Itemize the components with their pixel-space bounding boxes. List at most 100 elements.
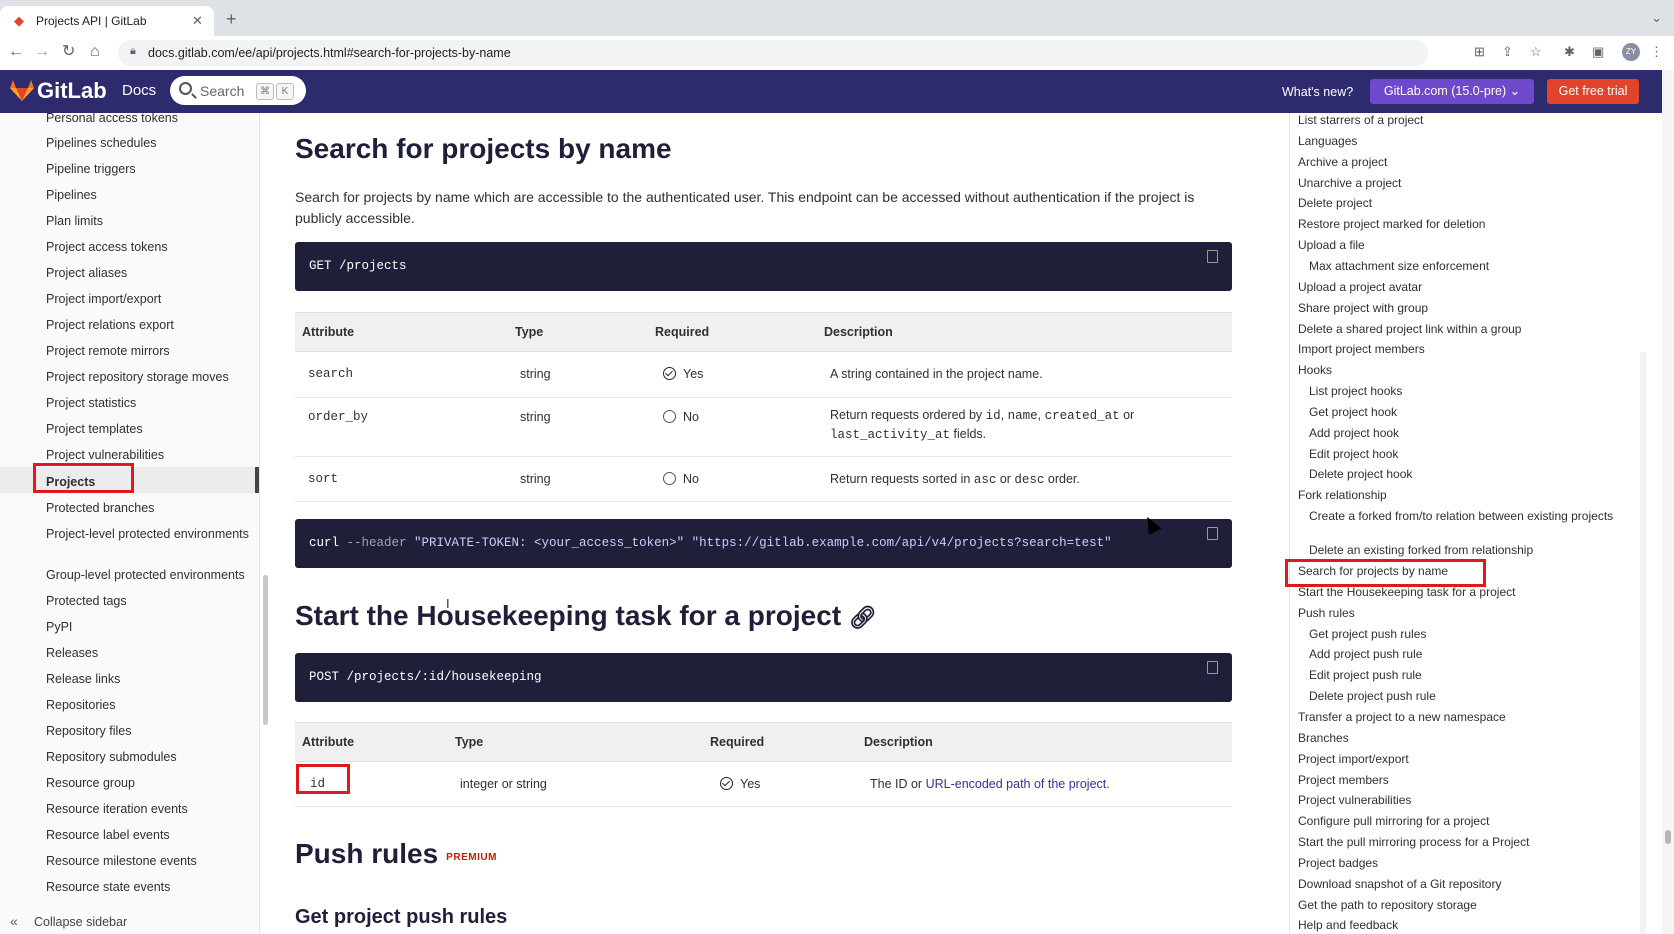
toc-item[interactable]: Edit project hook <box>1309 447 1639 461</box>
sidebar-item[interactable]: Group-level protected environments <box>46 568 251 582</box>
sidebar-item[interactable]: Protected branches <box>46 501 251 515</box>
sidebar-item[interactable]: Personal access tokens <box>46 113 251 125</box>
sidebar-item[interactable]: Plan limits <box>46 214 251 228</box>
toc-scrollbar[interactable] <box>1640 352 1646 934</box>
forward-icon[interactable]: → <box>34 44 50 60</box>
toc-item[interactable]: Edit project push rule <box>1309 668 1639 682</box>
sidebar-item[interactable]: Pipeline triggers <box>46 162 251 176</box>
home-icon[interactable]: ⌂ <box>90 44 100 60</box>
url-field[interactable]: 🔒︎ docs.gitlab.com/ee/api/projects.html#… <box>118 40 1428 66</box>
reload-icon[interactable]: ↻ <box>62 44 75 60</box>
toc-item[interactable]: Get project hook <box>1309 405 1639 419</box>
sidebar-item[interactable]: Resource state events <box>46 880 251 894</box>
sidebar-item[interactable]: Pipelines schedules <box>46 136 251 150</box>
sidepanel-icon[interactable]: ▣ <box>1592 45 1604 59</box>
toc-item[interactable]: Hooks <box>1298 363 1628 377</box>
copy-icon[interactable] <box>1207 250 1218 263</box>
toc-item[interactable]: Push rules <box>1298 606 1628 620</box>
toc-item[interactable]: Project badges <box>1298 856 1628 870</box>
collapse-sidebar-button[interactable]: « Collapse sidebar <box>0 909 259 934</box>
double-chevron-left-icon: « <box>10 913 18 929</box>
sidebar-item[interactable]: Project import/export <box>46 292 251 306</box>
gitlab-logo-text[interactable]: GitLab <box>37 78 107 104</box>
version-dropdown[interactable]: GitLab.com (15.0-pre) ⌄ <box>1370 79 1534 104</box>
toc-item[interactable]: Get project push rules <box>1309 627 1639 641</box>
toc-item[interactable]: Create a forked from/to relation between… <box>1309 509 1639 523</box>
sidebar-item[interactable]: Project templates <box>46 422 251 436</box>
toc-item[interactable]: Add project push rule <box>1309 647 1639 661</box>
sidebar-item[interactable]: Project relations export <box>46 318 251 332</box>
sidebar-item[interactable]: Repositories <box>46 698 251 712</box>
tab-search-chevron-icon[interactable]: ⌄ <box>1651 10 1662 26</box>
new-tab-icon[interactable]: + <box>226 10 237 28</box>
toc-item[interactable]: List project hooks <box>1309 384 1639 398</box>
anchor-link-icon[interactable]: 🔗︎ <box>849 605 877 630</box>
sidebar-item[interactable]: Project-level protected environments <box>46 527 251 541</box>
sidebar-item[interactable]: Project access tokens <box>46 240 251 254</box>
share-icon[interactable]: ⇪ <box>1502 45 1513 59</box>
toc-item[interactable]: Restore project marked for deletion <box>1298 217 1628 231</box>
docs-search-input[interactable]: Search ⌘ K <box>170 76 306 105</box>
toc-item[interactable]: Project members <box>1298 773 1628 787</box>
toc-item[interactable]: Upload a file <box>1298 238 1628 252</box>
sidebar-item[interactable]: Protected tags <box>46 594 251 608</box>
bookmark-star-icon[interactable]: ☆ <box>1530 45 1542 59</box>
sidebar-item[interactable]: Releases <box>46 646 251 660</box>
toc-item[interactable]: Delete project push rule <box>1309 689 1639 703</box>
get-free-trial-button[interactable]: Get free trial <box>1547 79 1639 104</box>
toc-item[interactable]: Configure pull mirroring for a project <box>1298 814 1628 828</box>
gitlab-tanuki-icon[interactable] <box>10 80 34 102</box>
toc-item[interactable]: Delete an existing forked from relations… <box>1309 543 1639 557</box>
toc-item[interactable]: Add project hook <box>1309 426 1639 440</box>
toc-item[interactable]: Project vulnerabilities <box>1298 793 1628 807</box>
toc-item[interactable]: Max attachment size enforcement <box>1309 259 1639 273</box>
copy-icon[interactable] <box>1207 527 1218 540</box>
translate-icon[interactable]: ⊞ <box>1474 45 1485 59</box>
sidebar-item[interactable]: Resource iteration events <box>46 802 251 816</box>
toc-item[interactable]: Branches <box>1298 731 1628 745</box>
sidebar-item[interactable]: PyPI <box>46 620 251 634</box>
toc-item[interactable]: Get the path to repository storage <box>1298 898 1628 912</box>
toc-item[interactable]: Archive a project <box>1298 155 1628 169</box>
url-encoded-path-link[interactable]: URL-encoded path of the project <box>926 777 1107 791</box>
browser-menu-icon[interactable]: ⋮ <box>1650 45 1663 59</box>
sidebar-item[interactable]: Repository submodules <box>46 750 251 764</box>
sidebar-item[interactable]: Resource milestone events <box>46 854 251 868</box>
page-scrollbar[interactable] <box>1662 70 1674 934</box>
browser-tab[interactable]: ◆ Projects API | GitLab ✕ <box>0 6 214 36</box>
toc-item[interactable]: List starrers of a project <box>1298 113 1628 127</box>
docs-label[interactable]: Docs <box>122 82 156 99</box>
whats-new-link[interactable]: What's new? <box>1282 85 1353 99</box>
sidebar-item[interactable]: Project remote mirrors <box>46 344 251 358</box>
sidebar-item[interactable]: Resource label events <box>46 828 251 842</box>
toc-item[interactable]: Unarchive a project <box>1298 176 1628 190</box>
toc-item[interactable]: Delete project hook <box>1309 467 1639 481</box>
extensions-icon[interactable]: ✱ <box>1564 45 1575 59</box>
page-scrollbar-thumb[interactable] <box>1665 830 1671 844</box>
sidebar-item[interactable]: Project statistics <box>46 396 251 410</box>
toc-item[interactable]: Project import/export <box>1298 752 1628 766</box>
sidebar-item[interactable]: Release links <box>46 672 251 686</box>
sidebar-item[interactable]: Project aliases <box>46 266 251 280</box>
sidebar-item[interactable]: Project repository storage moves <box>46 370 251 384</box>
toc-item[interactable]: Languages <box>1298 134 1628 148</box>
toc-item[interactable]: Delete a shared project link within a gr… <box>1298 322 1628 336</box>
toc-item[interactable]: Fork relationship <box>1298 488 1628 502</box>
toc-item[interactable]: Download snapshot of a Git repository <box>1298 877 1628 891</box>
toc-item[interactable]: Import project members <box>1298 342 1628 356</box>
back-icon[interactable]: ← <box>8 44 24 60</box>
toc-item[interactable]: Start the pull mirroring process for a P… <box>1298 835 1628 849</box>
sidebar-item[interactable]: Project vulnerabilities <box>46 448 251 462</box>
toc-item[interactable]: Help and feedback <box>1298 918 1628 932</box>
toc-item[interactable]: Delete project <box>1298 196 1628 210</box>
sidebar-item[interactable]: Resource group <box>46 776 251 790</box>
sidebar-item[interactable]: Repository files <box>46 724 251 738</box>
toc-item[interactable]: Share project with group <box>1298 301 1628 315</box>
sidebar-scrollbar[interactable] <box>263 575 268 725</box>
sidebar-item[interactable]: Pipelines <box>46 188 251 202</box>
toc-item[interactable]: Transfer a project to a new namespace <box>1298 710 1628 724</box>
profile-avatar[interactable]: ZY <box>1622 43 1640 61</box>
copy-icon[interactable] <box>1207 661 1218 674</box>
toc-item[interactable]: Upload a project avatar <box>1298 280 1628 294</box>
close-tab-icon[interactable]: ✕ <box>192 13 203 29</box>
